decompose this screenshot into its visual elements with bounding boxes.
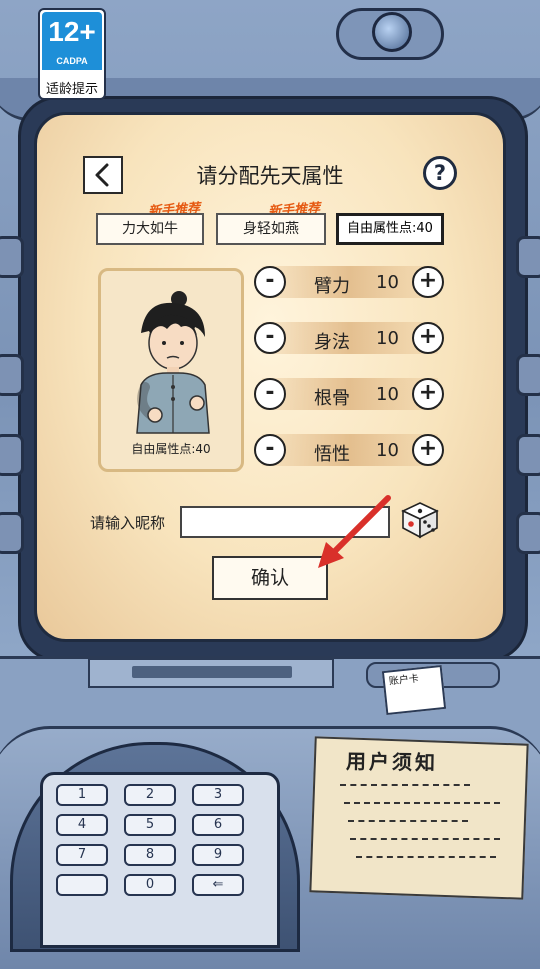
keypad-key-2: 2 <box>124 784 176 806</box>
age-rating-org: CADPA <box>56 56 88 66</box>
keypad-key-1: 1 <box>56 784 108 806</box>
agility-minus-button[interactable]: - <box>254 322 286 354</box>
notice-scribble-line <box>344 802 500 806</box>
chevron-left-icon <box>95 163 109 187</box>
stat-name-agility: 身法 <box>314 332 350 353</box>
character-portrait <box>136 291 210 434</box>
dice-icon[interactable] <box>400 500 440 540</box>
keypad-key-blank <box>56 874 108 896</box>
side-button-left-4 <box>0 512 24 554</box>
side-button-left-2 <box>0 354 24 396</box>
receipt-slot-opening <box>132 666 292 678</box>
confirm-button[interactable]: 确认 <box>212 556 328 600</box>
camera-icon <box>372 12 412 52</box>
keypad-key-back: ⇐ <box>192 874 244 896</box>
preset-button-strength[interactable]: 力大如牛 <box>96 213 204 245</box>
free-points-display: 自由属性点:40 <box>336 213 444 245</box>
stat-name-strength: 臂力 <box>314 276 350 297</box>
side-button-right-2 <box>516 354 540 396</box>
keypad-key-9: 9 <box>192 844 244 866</box>
stat-value-constitution: 10 <box>376 384 399 405</box>
side-button-right-1 <box>516 236 540 278</box>
page-title: 请分配先天属性 <box>196 164 344 188</box>
age-rating-label: 适龄提示 <box>45 82 98 97</box>
preset-button-agility[interactable]: 身轻如燕 <box>216 213 326 245</box>
side-button-left-3 <box>0 434 24 476</box>
strength-minus-button[interactable]: - <box>254 266 286 298</box>
stat-name-constitution: 根骨 <box>314 388 350 409</box>
constitution-plus-button[interactable]: + <box>412 378 444 410</box>
stat-name-comprehension: 悟性 <box>314 444 350 465</box>
nickname-label: 请输入昵称 <box>90 514 166 532</box>
help-button[interactable]: ? <box>423 156 457 190</box>
constitution-minus-button[interactable]: - <box>254 378 286 410</box>
stat-value-strength: 10 <box>376 272 399 293</box>
user-notice-title: 用户须知 <box>345 749 439 775</box>
back-button[interactable] <box>83 156 123 194</box>
keypad-key-3: 3 <box>192 784 244 806</box>
stat-value-agility: 10 <box>376 328 399 349</box>
card-free-points-label: 自由属性点:40 <box>131 442 211 456</box>
keypad-key-7: 7 <box>56 844 108 866</box>
keypad-key-5: 5 <box>124 814 176 836</box>
age-rating-number: 12+ <box>48 16 96 47</box>
notice-scribble-line <box>356 856 496 860</box>
stat-value-comprehension: 10 <box>376 440 399 461</box>
notice-scribble-line <box>348 820 468 824</box>
keypad-key-0: 0 <box>124 874 176 896</box>
keypad-key-8: 8 <box>124 844 176 866</box>
comprehension-plus-button[interactable]: + <box>412 434 444 466</box>
comprehension-minus-button[interactable]: - <box>254 434 286 466</box>
inserted-card: 账户卡 <box>381 664 447 716</box>
side-button-right-4 <box>516 512 540 554</box>
notice-scribble-line <box>350 838 500 842</box>
side-button-left-1 <box>0 236 24 278</box>
strength-plus-button[interactable]: + <box>412 266 444 298</box>
nickname-input[interactable] <box>180 506 390 538</box>
agility-plus-button[interactable]: + <box>412 322 444 354</box>
keypad-key-6: 6 <box>192 814 244 836</box>
side-button-right-3 <box>516 434 540 476</box>
notice-scribble-line <box>340 784 470 788</box>
keypad-key-4: 4 <box>56 814 108 836</box>
card-text: 账户卡 <box>388 673 420 688</box>
